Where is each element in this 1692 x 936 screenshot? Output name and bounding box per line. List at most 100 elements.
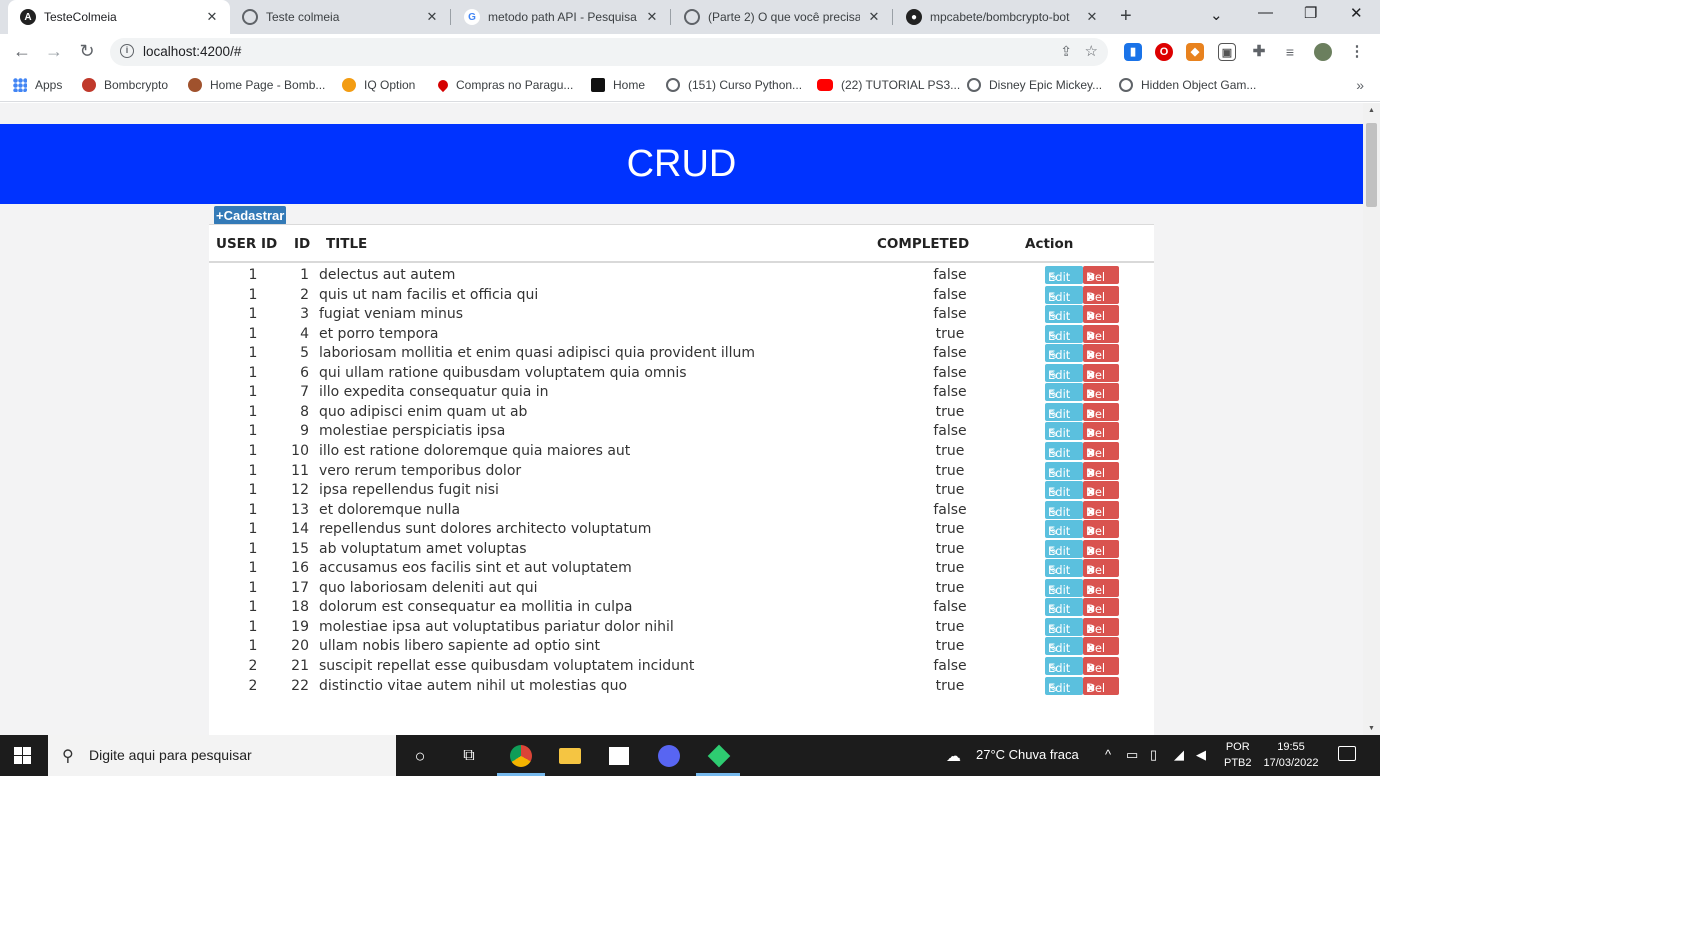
input-language[interactable]: POR PTB2 bbox=[1224, 739, 1252, 771]
close-icon[interactable]: ✕ bbox=[1084, 9, 1100, 25]
edit-button[interactable]: ✎ Edit bbox=[1045, 637, 1083, 656]
restore-button[interactable]: ❐ bbox=[1304, 4, 1317, 22]
git-app-icon[interactable] bbox=[707, 744, 731, 768]
edit-button[interactable]: ✎ Edit bbox=[1045, 481, 1083, 500]
bookmark-disney-epic-mickey[interactable]: Disney Epic Mickey... bbox=[967, 78, 1102, 92]
close-icon[interactable]: ✕ bbox=[204, 9, 220, 25]
delete-button[interactable]: ✖ Del bbox=[1083, 402, 1119, 421]
edit-button[interactable]: ✎ Edit bbox=[1045, 285, 1083, 304]
edit-button[interactable]: ✎ Edit bbox=[1045, 266, 1083, 284]
shield-extension-icon[interactable]: ▮ bbox=[1124, 43, 1142, 61]
discord-icon[interactable] bbox=[657, 744, 681, 768]
close-icon[interactable]: ✕ bbox=[644, 9, 660, 25]
taskbar-search-box[interactable]: ⚲ Digite aqui para pesquisar bbox=[48, 735, 396, 776]
delete-button[interactable]: ✖ Del bbox=[1083, 285, 1119, 304]
edit-button[interactable]: ✎ Edit bbox=[1045, 539, 1083, 558]
reload-icon[interactable]: ↻ bbox=[76, 41, 98, 62]
site-info-icon[interactable]: i bbox=[120, 44, 134, 58]
edit-button[interactable]: ✎ Edit bbox=[1045, 363, 1083, 382]
opera-extension-icon[interactable]: O bbox=[1155, 43, 1173, 61]
delete-button[interactable]: ✖ Del bbox=[1083, 461, 1119, 480]
weather-cloud-icon[interactable]: ☁ bbox=[946, 747, 961, 765]
tab-google-search[interactable]: G metodo path API - Pesquisa Google ✕ bbox=[452, 0, 670, 34]
tray-meet-icon[interactable]: ▭ bbox=[1126, 747, 1138, 763]
new-tab-button[interactable]: + bbox=[1120, 5, 1132, 28]
minimize-button[interactable]: — bbox=[1258, 4, 1273, 21]
scroll-down-arrow-icon[interactable]: ▼ bbox=[1363, 725, 1380, 732]
tray-microphone-icon[interactable]: ▯ bbox=[1150, 747, 1157, 763]
edit-button[interactable]: ✎ Edit bbox=[1045, 344, 1083, 363]
scrollbar-thumb[interactable] bbox=[1366, 123, 1377, 207]
bookmark-home-page-bomb[interactable]: Home Page - Bomb... bbox=[188, 78, 325, 92]
delete-button[interactable]: ✖ Del bbox=[1083, 500, 1119, 519]
tab-parte-2[interactable]: (Parte 2) O que você precisa ✕ bbox=[672, 0, 892, 34]
bookmark-bombcrypto[interactable]: Bombcrypto bbox=[82, 78, 168, 92]
delete-button[interactable]: ✖ Del bbox=[1083, 266, 1119, 284]
tray-overflow-chevron-icon[interactable]: ^ bbox=[1105, 747, 1111, 762]
bookmark-hidden-object-games[interactable]: Hidden Object Gam... bbox=[1119, 78, 1256, 92]
reading-list-icon[interactable]: ≡ bbox=[1281, 43, 1299, 61]
bookmark-tutorial-ps3[interactable]: (22) TUTORIAL PS3... bbox=[817, 78, 960, 92]
tray-network-icon[interactable]: ◢ bbox=[1174, 747, 1184, 763]
bookmark-curso-python[interactable]: (151) Curso Python... bbox=[666, 78, 802, 92]
edit-button[interactable]: ✎ Edit bbox=[1045, 617, 1083, 636]
taskbar-clock[interactable]: 19:55 17/03/2022 bbox=[1262, 739, 1320, 771]
back-arrow-icon[interactable]: ← bbox=[11, 41, 33, 62]
cadastrar-button[interactable]: +Cadastrar bbox=[214, 206, 287, 225]
page-scrollbar[interactable]: ▲ ▼ bbox=[1363, 103, 1380, 735]
puzzle-extension-icon[interactable]: ✚ bbox=[1250, 43, 1268, 61]
delete-button[interactable]: ✖ Del bbox=[1083, 324, 1119, 343]
bookmark-home[interactable]: Home bbox=[591, 78, 645, 92]
edit-button[interactable]: ✎ Edit bbox=[1045, 578, 1083, 597]
delete-button[interactable]: ✖ Del bbox=[1083, 637, 1119, 656]
edit-button[interactable]: ✎ Edit bbox=[1045, 657, 1083, 675]
delete-button[interactable]: ✖ Del bbox=[1083, 539, 1119, 558]
tray-volume-icon[interactable]: ◀ bbox=[1196, 747, 1206, 763]
edit-button[interactable]: ✎ Edit bbox=[1045, 402, 1083, 421]
delete-button[interactable]: ✖ Del bbox=[1083, 441, 1119, 460]
delete-button[interactable]: ✖ Del bbox=[1083, 344, 1119, 363]
tab-search-chevron-icon[interactable]: ⌄ bbox=[1210, 6, 1223, 24]
file-explorer-icon[interactable] bbox=[558, 744, 582, 768]
reader-extension-icon[interactable]: ▣ bbox=[1218, 43, 1236, 61]
delete-button[interactable]: ✖ Del bbox=[1083, 305, 1119, 324]
menu-kebab-icon[interactable]: ⋮ bbox=[1348, 43, 1366, 61]
edit-button[interactable]: ✎ Edit bbox=[1045, 461, 1083, 480]
delete-button[interactable]: ✖ Del bbox=[1083, 383, 1119, 402]
profile-avatar[interactable] bbox=[1314, 43, 1332, 61]
bookmark-compras-paraguai[interactable]: Compras no Paragu... bbox=[435, 77, 573, 93]
delete-button[interactable]: ✖ Del bbox=[1083, 481, 1119, 500]
edit-button[interactable]: ✎ Edit bbox=[1045, 324, 1083, 343]
bookmark-apps[interactable]: Apps bbox=[13, 78, 62, 92]
edit-button[interactable]: ✎ Edit bbox=[1045, 676, 1083, 695]
weather-text[interactable]: 27°C Chuva fraca bbox=[976, 747, 1079, 762]
windows-start-icon[interactable] bbox=[14, 747, 31, 764]
delete-button[interactable]: ✖ Del bbox=[1083, 520, 1119, 539]
microsoft-store-icon[interactable] bbox=[607, 744, 631, 768]
edit-button[interactable]: ✎ Edit bbox=[1045, 441, 1083, 460]
tab-github[interactable]: ● mpcabete/bombcrypto-bot ✕ bbox=[894, 0, 1110, 34]
bookmark-iq-option[interactable]: IQ Option bbox=[342, 78, 415, 92]
chrome-taskbar-icon[interactable] bbox=[509, 744, 533, 768]
share-icon[interactable]: ⇪ bbox=[1060, 43, 1072, 60]
task-view-icon[interactable]: ⧉ bbox=[457, 744, 481, 768]
edit-button[interactable]: ✎ Edit bbox=[1045, 598, 1083, 617]
delete-button[interactable]: ✖ Del bbox=[1083, 657, 1119, 675]
edit-button[interactable]: ✎ Edit bbox=[1045, 500, 1083, 519]
close-icon[interactable]: ✕ bbox=[866, 9, 882, 25]
delete-button[interactable]: ✖ Del bbox=[1083, 578, 1119, 597]
tab-teste-colmeia[interactable]: Teste colmeia ✕ bbox=[230, 0, 450, 34]
metamask-extension-icon[interactable]: ◆ bbox=[1186, 43, 1204, 61]
bookmark-star-icon[interactable]: ☆ bbox=[1085, 42, 1098, 60]
close-icon[interactable]: ✕ bbox=[424, 9, 440, 25]
url-text[interactable]: localhost:4200/# bbox=[143, 44, 241, 59]
window-close-button[interactable]: ✕ bbox=[1350, 4, 1363, 22]
delete-button[interactable]: ✖ Del bbox=[1083, 422, 1119, 441]
cortana-circle-icon[interactable]: ○ bbox=[408, 744, 432, 768]
tab-testecolmeia[interactable]: A TesteColmeia ✕ bbox=[8, 0, 230, 34]
edit-button[interactable]: ✎ Edit bbox=[1045, 559, 1083, 578]
delete-button[interactable]: ✖ Del bbox=[1083, 559, 1119, 578]
delete-button[interactable]: ✖ Del bbox=[1083, 363, 1119, 382]
bookmarks-overflow-icon[interactable]: » bbox=[1356, 77, 1364, 93]
delete-button[interactable]: ✖ Del bbox=[1083, 676, 1119, 695]
